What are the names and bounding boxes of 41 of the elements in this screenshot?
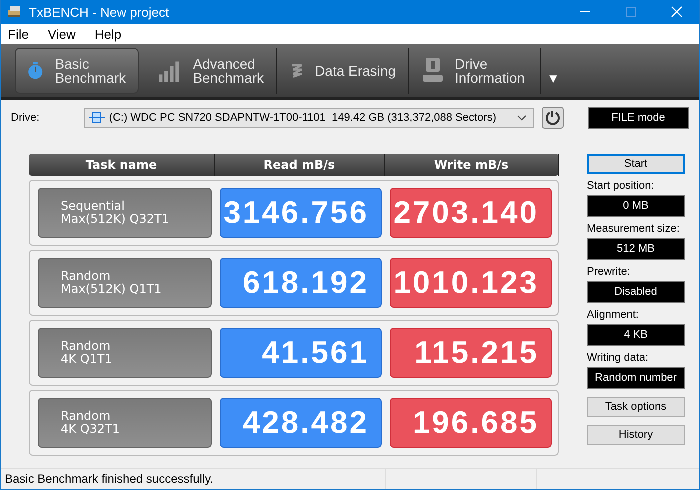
setting-value: 512 MB xyxy=(587,238,685,260)
toolbar-tab[interactable]: Data Erasing xyxy=(279,48,409,94)
mode-indicator: FILE mode xyxy=(588,107,689,129)
menu-item[interactable]: File xyxy=(5,26,32,42)
toolbar-tab[interactable]: Basic Benchmark xyxy=(15,48,139,94)
write-value: 196.685 xyxy=(390,398,552,448)
column-header: Read mB/s xyxy=(215,154,385,176)
column-header: Write mB/s xyxy=(385,154,559,176)
drive-dropdown[interactable]: (C:) WDC PC SN720 SDAPNTW-1T00-1101 149.42 GB (313,372,088 Sectors) xyxy=(84,108,534,128)
setting-label: Alignment: xyxy=(587,309,640,321)
setting-value: Disabled xyxy=(587,281,685,303)
side-button[interactable]: History xyxy=(587,425,685,445)
status-bar: Basic Benchmark finished successfully. xyxy=(1,468,699,489)
setting-value: Random number xyxy=(587,367,685,389)
setting-label: Start position: xyxy=(587,180,656,192)
menu-item[interactable]: View xyxy=(44,26,79,42)
more-button[interactable]: ▼ xyxy=(543,55,564,86)
toolbar-tab[interactable]: Drive Information xyxy=(411,48,541,94)
write-value: 2703.140 xyxy=(390,188,552,238)
toolbar-tab[interactable]: Advanced Benchmark xyxy=(147,48,277,94)
task-name: Sequential Max(512K) Q32T1 xyxy=(38,188,212,238)
setting-label: Measurement size: xyxy=(587,223,681,235)
setting-label: Prewrite: xyxy=(587,266,632,278)
task-name: Random 4K Q32T1 xyxy=(38,398,212,448)
window-title: TxBENCH - New project xyxy=(29,4,170,20)
start-button[interactable]: Start xyxy=(587,154,685,174)
read-value: 618.192 xyxy=(220,258,382,308)
read-value: 3146.756 xyxy=(220,188,382,238)
setting-label: Writing data: xyxy=(587,352,650,364)
setting-value: 0 MB xyxy=(587,195,685,217)
setting-value: 4 KB xyxy=(587,324,685,346)
task-name: Random 4K Q1T1 xyxy=(38,328,212,378)
read-value: 428.482 xyxy=(220,398,382,448)
task-name: Random Max(512K) Q1T1 xyxy=(38,258,212,308)
write-value: 115.215 xyxy=(390,328,552,378)
read-value: 41.561 xyxy=(220,328,382,378)
column-header: Task name xyxy=(29,154,215,176)
menu-item[interactable]: Help xyxy=(92,26,125,42)
side-button[interactable]: Task options xyxy=(587,397,685,417)
drive-label: Drive: xyxy=(11,112,41,124)
write-value: 1010.123 xyxy=(390,258,552,308)
